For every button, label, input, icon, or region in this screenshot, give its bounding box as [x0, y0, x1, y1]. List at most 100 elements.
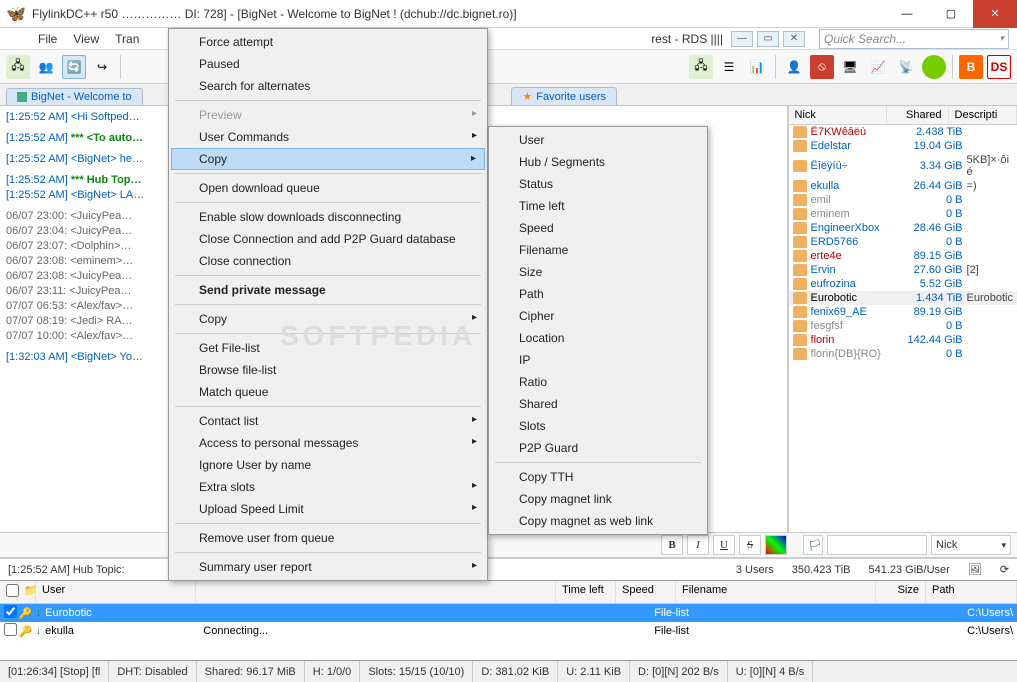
nick-row[interactable]: Eurobotic 1.434 TiB Eurobotic	[789, 291, 1017, 305]
menu-item-user-commands[interactable]: User Commands	[171, 126, 485, 148]
nick-row[interactable]: Êîëÿíû÷ 3.34 GiB 5KB]×·ôi é	[789, 153, 1017, 179]
nick-row[interactable]: Ervin 27.60 GiB [2]	[789, 263, 1017, 277]
col-path[interactable]: Path	[926, 581, 1017, 603]
reconnect-icon[interactable]: 🔄	[62, 55, 86, 79]
close-button[interactable]: ✕	[973, 0, 1017, 28]
mdi-restore-button[interactable]: ▭	[757, 31, 779, 47]
menu-transfers[interactable]: Tran	[107, 32, 147, 46]
minimize-button[interactable]: —	[885, 0, 929, 28]
menu-item-send-private-message[interactable]: Send private message	[171, 279, 485, 301]
stats-icon[interactable]: 📈	[866, 55, 890, 79]
col-shared[interactable]: Shared	[887, 106, 949, 124]
col-filename[interactable]: Filename	[676, 581, 876, 603]
menu-item-ip[interactable]: IP	[491, 349, 705, 371]
menu-item-close-connection[interactable]: Close connection	[171, 250, 485, 272]
menu-item-p2p-guard[interactable]: P2P Guard	[491, 437, 705, 459]
nick-row[interactable]: Edelstar 19.04 GiB	[789, 139, 1017, 153]
menu-item-remove-user-from-queue[interactable]: Remove user from queue	[171, 527, 485, 549]
col-status[interactable]	[196, 581, 556, 603]
menu-item-ratio[interactable]: Ratio	[491, 371, 705, 393]
maximize-button[interactable]: ▢	[929, 0, 973, 28]
tab-bignet[interactable]: BigNet - Welcome to	[6, 88, 143, 105]
strike-button[interactable]: S	[739, 535, 761, 555]
menu-item-hub-segments[interactable]: Hub / Segments	[491, 151, 705, 173]
menu-item-shared[interactable]: Shared	[491, 393, 705, 415]
menu-item-user[interactable]: User	[491, 129, 705, 151]
menu-item-cipher[interactable]: Cipher	[491, 305, 705, 327]
nick-row[interactable]: florin{DB}{RO} 0 B	[789, 347, 1017, 361]
finished-icon[interactable]: 📊	[745, 55, 769, 79]
mdi-close-button[interactable]: ✕	[783, 31, 805, 47]
transfer-row[interactable]: 🔑 ↓ ekulla Connecting... File-list C:\Us…	[0, 622, 1017, 640]
reload-icon[interactable]: ⟳	[1000, 563, 1009, 576]
row-checkbox[interactable]	[4, 605, 17, 618]
menu-item-enable-slow-downloads-disconnecting[interactable]: Enable slow downloads disconnecting	[171, 206, 485, 228]
underline-button[interactable]: U	[713, 535, 735, 555]
connect-icon[interactable]: 🖧	[6, 55, 30, 79]
queue-icon[interactable]: ☰	[717, 55, 741, 79]
menu-item-open-download-queue[interactable]: Open download queue	[171, 177, 485, 199]
blogger-icon[interactable]: B	[959, 55, 983, 79]
menu-item-match-queue[interactable]: Match queue	[171, 381, 485, 403]
quick-search-input[interactable]: Quick Search... ▾	[819, 29, 1009, 49]
col-description[interactable]: Descripti	[949, 106, 1017, 124]
context-menu-copy[interactable]: UserHub / SegmentsStatusTime leftSpeedFi…	[488, 126, 708, 535]
menu-item-summary-user-report[interactable]: Summary user report	[171, 556, 485, 578]
menu-view[interactable]: View	[65, 32, 107, 46]
online-icon[interactable]	[922, 55, 946, 79]
nick-row[interactable]: ekulla 26.44 GiB =)	[789, 179, 1017, 193]
menu-item-copy[interactable]: Copy	[171, 148, 485, 170]
menu-item-contact-list[interactable]: Contact list	[171, 410, 485, 432]
menu-item-location[interactable]: Location	[491, 327, 705, 349]
tab-favorite-users[interactable]: ★ Favorite users	[511, 87, 617, 105]
menu-item-copy-magnet-as-web-link[interactable]: Copy magnet as web link	[491, 510, 705, 532]
nick-row[interactable]: erte4e 89.15 GiB	[789, 249, 1017, 263]
menu-item-force-attempt[interactable]: Force attempt	[171, 31, 485, 53]
menu-item-time-left[interactable]: Time left	[491, 195, 705, 217]
row-checkbox[interactable]	[4, 623, 17, 636]
menu-item-paused[interactable]: Paused	[171, 53, 485, 75]
col-nick[interactable]: Nick	[789, 106, 887, 124]
menu-item-copy-tth[interactable]: Copy TTH	[491, 466, 705, 488]
follow-icon[interactable]: ↪	[90, 55, 114, 79]
menu-item-path[interactable]: Path	[491, 283, 705, 305]
hub-icon[interactable]: 🖧	[689, 55, 713, 79]
col-size[interactable]: Size	[876, 581, 926, 603]
nick-row[interactable]: emil 0 B	[789, 193, 1017, 207]
nick-row[interactable]: eminem 0 B	[789, 207, 1017, 221]
menu-item-access-to-personal-messages[interactable]: Access to personal messages	[171, 432, 485, 454]
menu-item-copy[interactable]: Copy	[171, 308, 485, 330]
col-timeleft[interactable]: Time left	[556, 581, 616, 603]
col-checkbox[interactable]	[0, 581, 18, 603]
users-icon[interactable]: 👥	[34, 55, 58, 79]
menu-item-copy-magnet-link[interactable]: Copy magnet link	[491, 488, 705, 510]
menu-item-browse-file-list[interactable]: Browse file-list	[171, 359, 485, 381]
menu-item-slots[interactable]: Slots	[491, 415, 705, 437]
filter-input[interactable]	[827, 535, 927, 555]
rss-icon[interactable]: 📡	[894, 55, 918, 79]
menu-item-extra-slots[interactable]: Extra slots	[171, 476, 485, 498]
context-menu-main[interactable]: Force attemptPausedSearch for alternates…	[168, 28, 488, 581]
nick-row[interactable]: eufrozina 5.52 GiB	[789, 277, 1017, 291]
nick-row[interactable]: Ê7KWêâëù 2.438 TiB	[789, 125, 1017, 139]
nick-list[interactable]: Ê7KWêâëù 2.438 TiB Edelstar 19.04 GiB Êî…	[789, 125, 1017, 532]
menu-item-upload-speed-limit[interactable]: Upload Speed Limit	[171, 498, 485, 520]
nick-row[interactable]: florin 142.44 GiB	[789, 333, 1017, 347]
nick-row[interactable]: fenix69_AE 89.19 GiB	[789, 305, 1017, 319]
color-icon[interactable]	[765, 535, 787, 555]
transfer-rows[interactable]: 🔑 ↓ Eurobotic File-list C:\Users\ 🔑 ↓ ek…	[0, 604, 1017, 660]
mdi-min-button[interactable]: —	[731, 31, 753, 47]
filter-column-select[interactable]: Nick ▾	[931, 535, 1011, 555]
ds-icon[interactable]: DS	[987, 55, 1011, 79]
menu-file[interactable]: File	[30, 32, 65, 46]
italic-button[interactable]: I	[687, 535, 709, 555]
nick-row[interactable]: EngineerXbox 28.46 GiB	[789, 221, 1017, 235]
menu-item-status[interactable]: Status	[491, 173, 705, 195]
monitor-icon[interactable]: 🖥	[838, 55, 862, 79]
menu-item-close-connection-and-add-p2p-guard-database[interactable]: Close Connection and add P2P Guard datab…	[171, 228, 485, 250]
flag-icon[interactable]: 🏳	[803, 535, 823, 555]
col-speed[interactable]: Speed	[616, 581, 676, 603]
menu-item-filename[interactable]: Filename	[491, 239, 705, 261]
transfer-row[interactable]: 🔑 ↓ Eurobotic File-list C:\Users\	[0, 604, 1017, 622]
menu-item-speed[interactable]: Speed	[491, 217, 705, 239]
